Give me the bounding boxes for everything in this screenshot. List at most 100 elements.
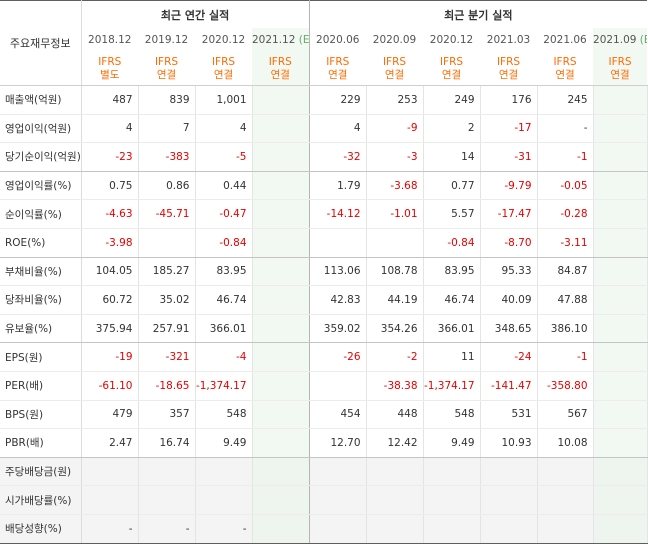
- basis-header: IFRS 연결: [423, 52, 481, 86]
- period-header: 2021.09 (E): [593, 28, 648, 52]
- table-cell: -0.84: [423, 228, 481, 258]
- table-cell: [366, 485, 424, 515]
- table-cell: [593, 171, 648, 201]
- table-row: 순이익률(%) -4.63 -45.71 -0.47 -14.12 -1.01 5.57 -1…: [0, 199, 648, 229]
- annual-title: 최근 연간 실적: [81, 0, 310, 28]
- table-row: ROE(%) -3.98 -0.84 -0.84 -8.70 -3.11: [0, 228, 648, 258]
- table-cell: 60.72: [81, 285, 139, 315]
- table-cell: [138, 457, 196, 487]
- table-cell: 567: [537, 400, 594, 430]
- table-cell: 5.57: [423, 199, 481, 229]
- table-cell: -61.10: [81, 371, 139, 401]
- table-cell: -1: [537, 142, 594, 172]
- table-cell: [195, 485, 253, 515]
- table-cell: 366.01: [423, 314, 481, 344]
- table-cell: 44.19: [366, 285, 424, 315]
- table-cell: 1.79: [309, 171, 367, 201]
- table-cell: 548: [423, 400, 481, 430]
- period-label: 2018.12: [88, 34, 132, 46]
- table-cell: [593, 457, 648, 487]
- table-cell: [480, 514, 538, 544]
- row-label-header: 주요재무정보: [0, 0, 82, 86]
- table-cell: [252, 428, 310, 458]
- table-cell: [195, 457, 253, 487]
- table-cell: [593, 485, 648, 515]
- table-cell: [593, 228, 648, 258]
- row-label: PER(배): [0, 371, 82, 401]
- table-cell: -3.11: [537, 228, 594, 258]
- table-cell: [593, 371, 648, 401]
- table-cell: 454: [309, 400, 367, 430]
- ifrs-label: IFRS: [268, 55, 292, 68]
- table-cell: 348.65: [480, 314, 538, 344]
- table-cell: [480, 457, 538, 487]
- table-cell: [252, 114, 310, 144]
- table-cell: 548: [195, 400, 253, 430]
- row-label: 유보율(%): [0, 314, 82, 344]
- table-cell: -: [138, 514, 196, 544]
- row-label: ROE(%): [0, 228, 82, 258]
- table-cell: 0.86: [138, 171, 196, 201]
- basis-label: 연결: [610, 68, 630, 81]
- basis-header: IFRS 연결: [138, 52, 195, 86]
- table-cell: [309, 457, 367, 487]
- ifrs-label: IFRS: [553, 55, 577, 68]
- table-cell: -17.47: [480, 199, 538, 229]
- table-row: 당좌비율(%) 60.72 35.02 46.74 42.83 44.19 46.74 40.…: [0, 285, 648, 315]
- table-cell: [252, 142, 310, 172]
- period-label: 2020.12: [429, 34, 474, 46]
- table-cell: [423, 457, 481, 487]
- table-cell: [480, 485, 538, 515]
- table-cell: 366.01: [195, 314, 253, 344]
- table-cell: 2.47: [81, 428, 139, 458]
- basis-header: IFRS 연결: [252, 52, 310, 86]
- basis-label: 연결: [555, 68, 575, 81]
- table-cell: 839: [138, 85, 196, 115]
- table-cell: [366, 514, 424, 544]
- table-cell: 47.88: [537, 285, 594, 315]
- ifrs-label: IFRS: [496, 55, 521, 68]
- row-label: 당기순이익(억원): [0, 142, 82, 172]
- row-label: 매출액(억원): [0, 85, 82, 115]
- table-cell: 9.49: [423, 428, 481, 458]
- table-cell: 257.91: [138, 314, 196, 344]
- table-cell: 245: [537, 85, 594, 115]
- table-cell: 0.44: [195, 171, 253, 201]
- table-cell: 7: [138, 114, 196, 144]
- basis-label: 연결: [156, 68, 177, 81]
- table-cell: [593, 400, 648, 430]
- table-row: 영업이익률(%) 0.75 0.86 0.44 1.79 -3.68 0.77 -9.79 -0…: [0, 171, 648, 201]
- table-cell: [309, 228, 367, 258]
- row-label: 영업이익(억원): [0, 114, 82, 144]
- table-cell: -3.68: [366, 171, 424, 201]
- table-row: EPS(원) -19 -321 -4 -26 -2 11 -24 -1: [0, 342, 648, 372]
- table-cell: 249: [423, 85, 481, 115]
- table-cell: 2: [423, 114, 481, 144]
- table-cell: [252, 85, 310, 115]
- table-cell: [138, 228, 196, 258]
- table-cell: 10.08: [537, 428, 594, 458]
- table-cell: -18.65: [138, 371, 196, 401]
- table-cell: -9: [366, 114, 424, 144]
- table-cell: 448: [366, 400, 424, 430]
- row-label: 순이익률(%): [0, 199, 82, 229]
- row-label: BPS(원): [0, 400, 82, 430]
- basis-label: 별도: [100, 68, 120, 81]
- table-cell: 1,001: [195, 85, 253, 115]
- table-cell: 9.49: [195, 428, 253, 458]
- basis-header: IFRS 별도: [81, 52, 138, 86]
- period-header: 2021.03: [480, 28, 537, 52]
- table-cell: 487: [81, 85, 139, 115]
- table-cell: -23: [81, 142, 139, 172]
- table-cell: -19: [81, 342, 139, 372]
- table-row: 매출액(억원) 487 839 1,001 229 253 249 176 245: [0, 85, 648, 115]
- table-cell: 10.93: [480, 428, 538, 458]
- table-cell: -45.71: [138, 199, 196, 229]
- table-cell: 84.87: [537, 257, 594, 287]
- table-cell: [593, 514, 648, 544]
- table-cell: [593, 142, 648, 172]
- table-cell: 83.95: [423, 257, 481, 287]
- table-row: BPS(원) 479 357 548 454 448 548 531 567: [0, 400, 648, 430]
- table-cell: [252, 314, 310, 344]
- period-label: 2019.12: [144, 34, 189, 46]
